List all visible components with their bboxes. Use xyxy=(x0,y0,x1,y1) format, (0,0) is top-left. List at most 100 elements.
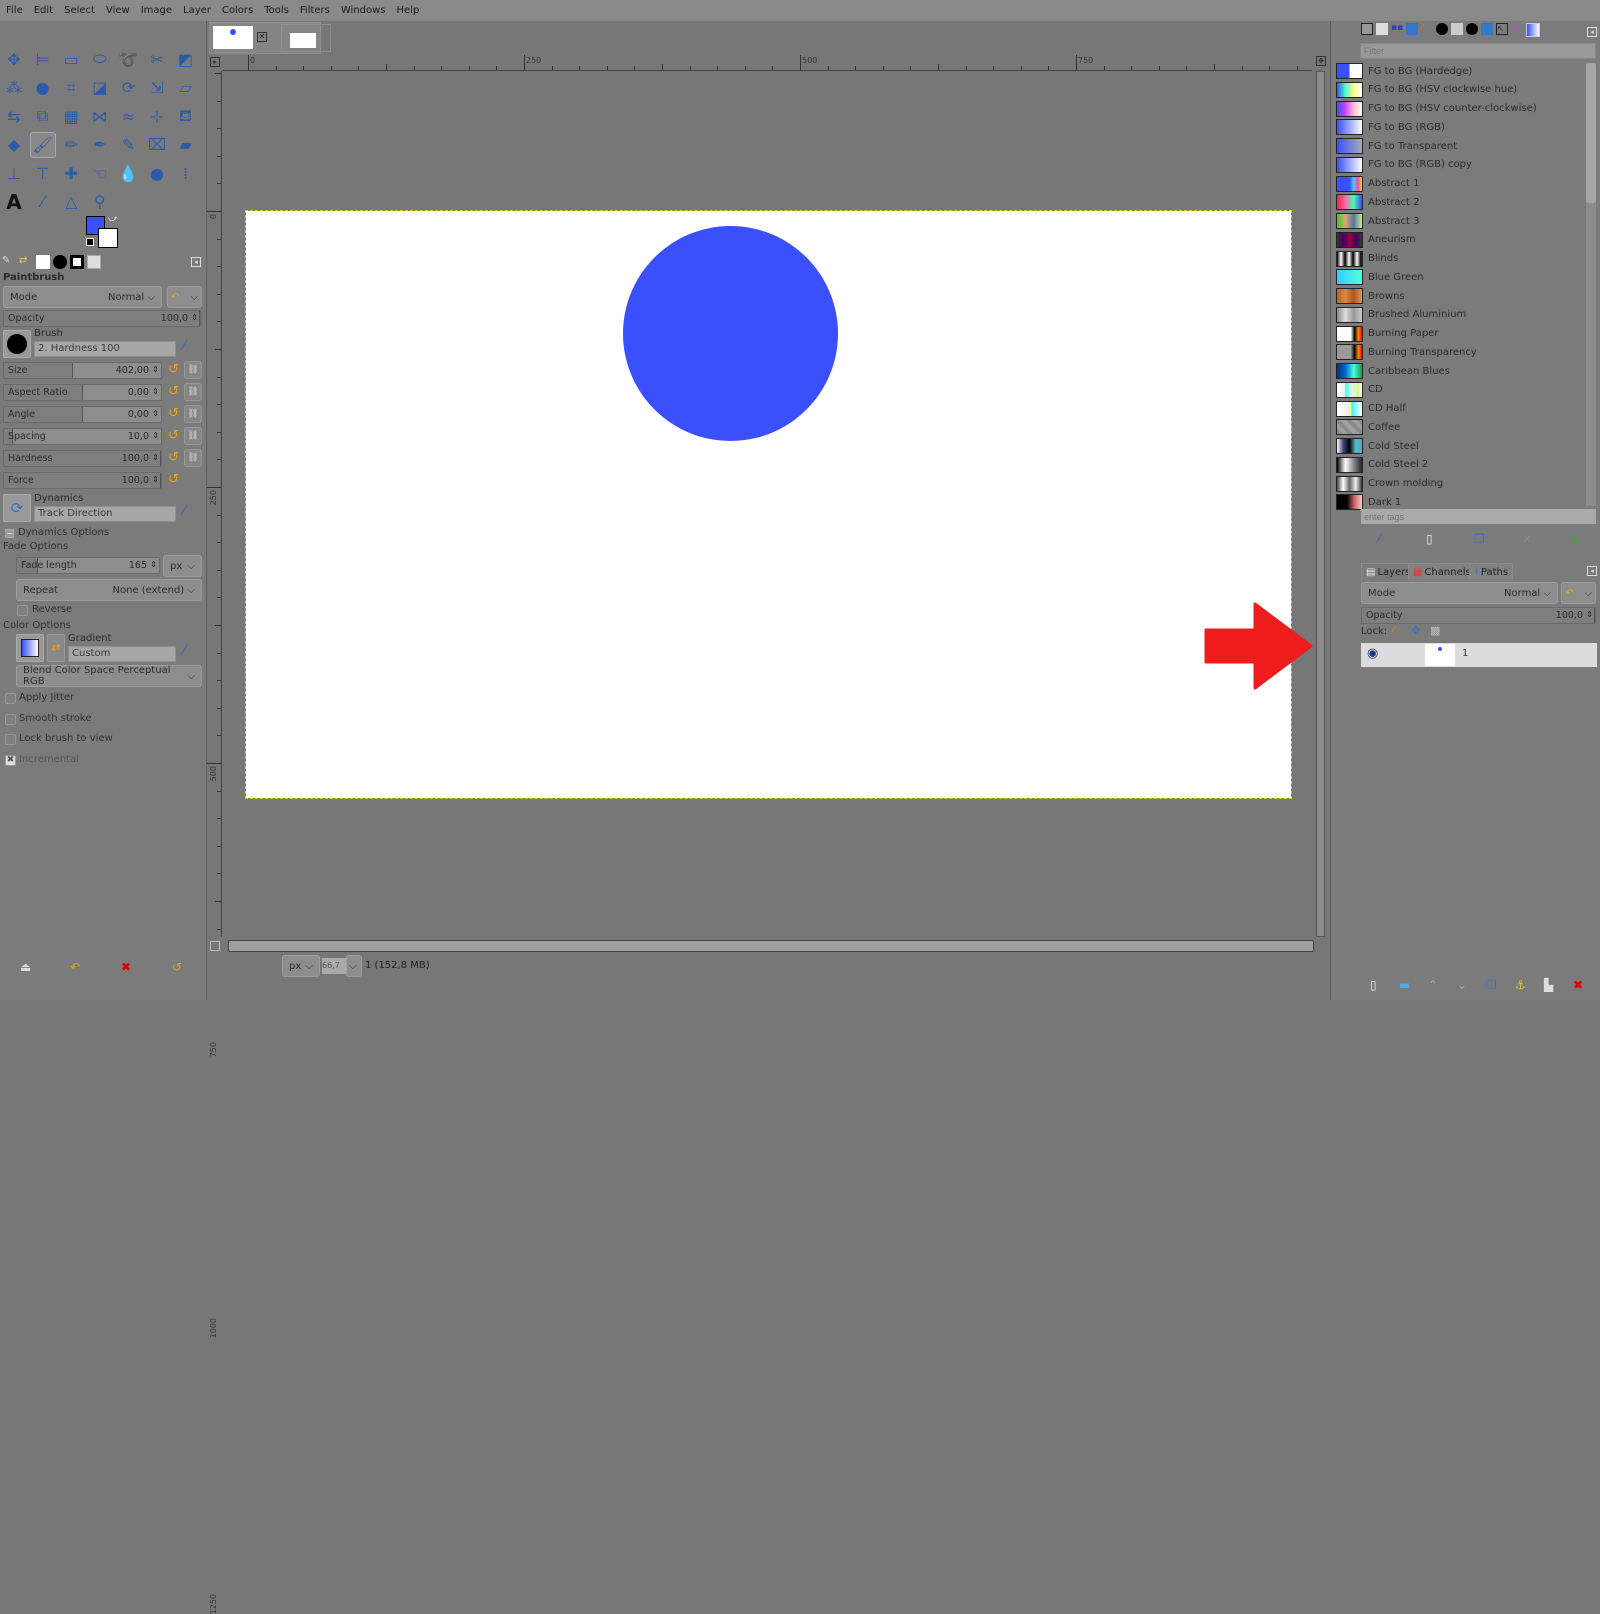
tab-document-icon[interactable] xyxy=(1376,23,1388,35)
perspective-tool[interactable]: ⧉ xyxy=(30,103,56,129)
tab-brushes-icon[interactable] xyxy=(1436,23,1448,35)
gradient-item[interactable]: FG to BG (Hardedge) xyxy=(1336,62,1556,80)
gradient-tags-input[interactable] xyxy=(1361,509,1596,524)
link-dynamics-angle-button[interactable]: ⛓ xyxy=(184,405,202,423)
layer-name[interactable]: 1 xyxy=(1462,648,1468,659)
repeat-select[interactable]: Repeat None (extend) ⌵ xyxy=(16,579,202,601)
layer-row[interactable]: ◉ 1 xyxy=(1361,643,1597,667)
spacing-slider[interactable]: Spacing 10,0 ⇕ xyxy=(3,428,162,445)
menu-view[interactable]: View xyxy=(106,5,130,16)
mypaint-brush-tool[interactable]: ⌧ xyxy=(144,132,170,158)
menu-colors[interactable]: Colors xyxy=(222,5,253,16)
brush-preview-button[interactable] xyxy=(3,330,31,358)
rect-select-tool[interactable]: ▭ xyxy=(58,46,84,72)
reset-force-icon[interactable]: ↺ xyxy=(168,472,179,487)
brush-name-field[interactable]: 2. Hardness 100 xyxy=(34,341,176,357)
layer-mode-reset[interactable]: ↶ ⌵ xyxy=(1561,582,1596,604)
reverse-checkbox[interactable] xyxy=(17,605,28,616)
blend-color-space-select[interactable]: Blend Color Space Perceptual RGB ⌵ xyxy=(16,665,202,687)
horizontal-ruler[interactable]: 02505007501000125015001750 xyxy=(222,55,1374,71)
dynamics-preview-button[interactable]: ⟳ xyxy=(3,494,31,522)
incremental-checkbox[interactable]: ✖ xyxy=(5,754,16,766)
unified-transform-tool[interactable]: ◪ xyxy=(87,75,113,101)
link-dynamics-aspect-ratio-button[interactable]: ⛓ xyxy=(184,383,202,401)
tab-images-icon[interactable] xyxy=(1406,23,1418,35)
gradient-item[interactable]: FG to Transparent xyxy=(1336,137,1556,155)
reset-aspect-ratio-icon[interactable]: ↺ xyxy=(168,384,179,399)
spin-icon[interactable]: ⇕ xyxy=(1586,610,1593,619)
lock-alpha-icon[interactable]: ▩ xyxy=(1430,624,1440,637)
menu-layer[interactable]: Layer xyxy=(183,5,211,16)
tab-brush-icon[interactable]: ⁄ xyxy=(1421,23,1433,35)
zoom-field[interactable]: 66,7 % xyxy=(322,958,346,974)
fade-unit-select[interactable]: px ⌵ xyxy=(163,555,202,577)
reset-spacing-icon[interactable]: ↺ xyxy=(168,428,179,443)
force-slider[interactable]: Force 100,0 ⇕ xyxy=(3,472,162,489)
default-colors-icon[interactable] xyxy=(86,238,94,246)
lock-pixels-icon[interactable]: ⁄ xyxy=(1392,624,1394,637)
reset-tool-options-icon[interactable]: ↺ xyxy=(172,960,182,974)
device-status-tab-icon[interactable]: ⇄ xyxy=(19,255,33,269)
menu-filters[interactable]: Filters xyxy=(300,5,330,16)
gradient-item[interactable]: Coffee xyxy=(1336,418,1556,436)
tab-mypaint-icon[interactable] xyxy=(1466,23,1478,35)
layer-opacity-slider[interactable]: Opacity 100,0 ⇕ xyxy=(1361,607,1596,624)
apply-jitter-checkbox[interactable] xyxy=(5,693,16,704)
pencil-tool[interactable]: ✏ xyxy=(58,132,84,158)
menu-image[interactable]: Image xyxy=(141,5,172,16)
tab-devices-icon[interactable]: ▪▪ xyxy=(1391,23,1403,35)
link-dynamics-size-button[interactable]: ⛓ xyxy=(184,361,202,379)
handle-transform-tool[interactable]: ⊹ xyxy=(144,103,170,129)
new-layer-group-icon[interactable]: ▬ xyxy=(1399,978,1410,992)
reset-angle-icon[interactable]: ↺ xyxy=(168,406,179,421)
perspective-clone-tool[interactable]: ✚ xyxy=(58,160,84,186)
move-tool[interactable]: ✥ xyxy=(1,46,27,72)
vertical-scrollbar[interactable] xyxy=(1316,71,1325,937)
tool-options-tab-icon[interactable]: ✎ xyxy=(2,255,16,269)
color-picker-alt-tool[interactable]: ⁞ xyxy=(173,160,199,186)
reverse-gradient-button[interactable]: ⇄ xyxy=(47,634,65,662)
zoom-image-toggle[interactable] xyxy=(210,941,220,951)
cage-transform-tool[interactable]: ▦ xyxy=(58,103,84,129)
blend-tool[interactable]: ◆ xyxy=(1,132,27,158)
duplicate-layer-icon[interactable]: ❐ xyxy=(1486,978,1497,992)
tab-pointer-icon[interactable]: ↖ xyxy=(1496,23,1508,35)
rotate-tool[interactable]: ⟳ xyxy=(115,75,141,101)
edit-gradient-icon[interactable]: ⁄ xyxy=(183,643,185,659)
tab-palette-icon[interactable]: ◆ xyxy=(1511,23,1523,35)
anchor-layer-icon[interactable]: ⚓ xyxy=(1515,978,1526,992)
gradient-item[interactable]: FG to BG (HSV counter-clockwise) xyxy=(1336,100,1556,118)
shear-tool[interactable]: ▱ xyxy=(173,75,199,101)
gradient-item[interactable]: CD Half xyxy=(1336,400,1556,418)
blur-tool[interactable]: 💧 xyxy=(115,160,141,186)
spin-icon[interactable]: ⇕ xyxy=(150,560,157,569)
spin-icon[interactable]: ⇕ xyxy=(152,409,159,418)
smudge-tool[interactable]: ☜ xyxy=(87,160,113,186)
navigate-icon[interactable]: ✥ xyxy=(1316,56,1326,66)
gradient-item[interactable]: Blinds xyxy=(1336,250,1556,268)
delete-gradient-icon[interactable]: ✕ xyxy=(1522,532,1532,546)
size-slider[interactable]: Size 402,00 ⇕ xyxy=(3,362,162,379)
free-select-tool[interactable]: ➰ xyxy=(115,46,141,72)
refresh-gradients-icon[interactable]: ↻ xyxy=(1569,532,1579,546)
close-tab-icon[interactable]: ✕ xyxy=(257,32,267,42)
gradients-tab-icon[interactable] xyxy=(87,255,101,269)
horizontal-scrollbar[interactable] xyxy=(228,940,1314,952)
zoom-dropdown[interactable]: ⌵ xyxy=(346,955,362,977)
reset-size-icon[interactable]: ↺ xyxy=(168,362,179,377)
eraser-tool[interactable]: ▰ xyxy=(173,132,199,158)
lock-brush-to-view-checkbox[interactable] xyxy=(5,734,16,745)
hardness-slider[interactable]: Hardness 100,0 ⇕ xyxy=(3,450,162,467)
menu-tools[interactable]: Tools xyxy=(264,5,289,16)
layers-configure-icon[interactable]: ◂ xyxy=(1587,566,1597,576)
scissors-tool[interactable]: ✂ xyxy=(144,46,170,72)
gradient-item[interactable]: FG to BG (RGB) copy xyxy=(1336,156,1556,174)
fuzzy-select-tool[interactable]: ⁂ xyxy=(1,75,27,101)
gradient-item[interactable]: Abstract 2 xyxy=(1336,193,1556,211)
edit-dynamics-icon[interactable]: ⁄ xyxy=(183,503,185,519)
bucket-fill-tool[interactable]: ⛾ xyxy=(173,103,199,129)
foreground-select-tool[interactable]: ◩ xyxy=(173,46,199,72)
merge-layer-icon[interactable]: ▙ xyxy=(1544,978,1553,992)
dynamics-options-expander[interactable]: − xyxy=(5,529,14,538)
restore-tool-preset-icon[interactable]: ↶ xyxy=(70,960,80,974)
